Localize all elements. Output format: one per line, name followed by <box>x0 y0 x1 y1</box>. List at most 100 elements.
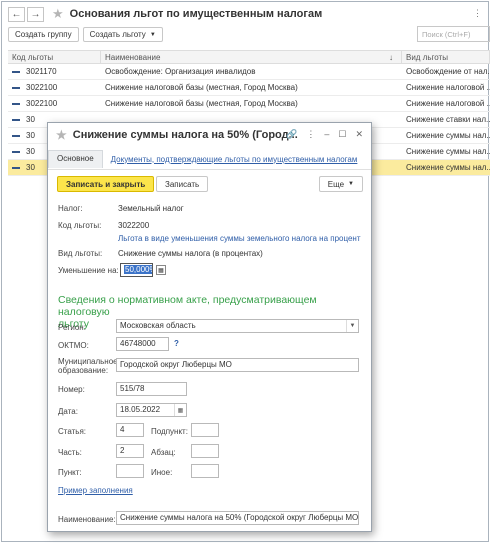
row-kind: Снижение суммы нал... <box>406 163 490 172</box>
close-icon[interactable]: ✕ <box>355 129 363 140</box>
column-header-name[interactable]: Наименование ↓ <box>101 51 402 63</box>
code-label: Код льготы: <box>58 221 102 230</box>
row-name: Освобождение: Организация инвалидов <box>105 67 256 76</box>
article-input[interactable]: 4 <box>116 423 144 437</box>
create-benefit-label: Создать льготу <box>89 30 146 39</box>
minimize-icon[interactable]: – <box>324 129 329 140</box>
code-hint-link[interactable]: Льгота в виде уменьшения суммы земельног… <box>118 234 361 243</box>
save-button[interactable]: Записать <box>156 176 209 192</box>
row-code: 30 <box>26 147 35 156</box>
column-header-code[interactable]: Код льготы <box>8 51 101 63</box>
dialog-window-controls: 🔗 ⋮ – ☐ ✕ <box>286 129 363 140</box>
row-code: 30 <box>26 163 35 172</box>
list-toolbar: Создать группу Создать льготу ▼ <box>8 27 488 43</box>
row-name: Снижение налоговой базы (местная, Город … <box>105 99 298 108</box>
calendar-icon[interactable]: ▦ <box>174 404 186 416</box>
row-code: 30 <box>26 115 35 124</box>
item-icon <box>12 86 20 89</box>
forward-button[interactable]: → <box>27 6 44 22</box>
favorite-star-icon[interactable]: ★ <box>56 128 67 142</box>
item-icon <box>12 150 20 153</box>
row-kind: Снижение суммы нал... <box>406 131 490 140</box>
dialog-title-bar: ★ Снижение суммы налога на 50% (Город... <box>56 128 298 142</box>
row-kind: Снижение суммы нал... <box>406 147 490 156</box>
tab-documents[interactable]: Документы, подтверждающие льготы по имущ… <box>111 155 358 164</box>
favorite-star-icon[interactable]: ★ <box>52 6 64 22</box>
main-window: ← → ★ Основания льгот по имущественным н… <box>1 1 490 542</box>
column-header-name-label: Наименование <box>105 53 161 62</box>
reduction-label: Уменьшение на: <box>58 266 119 275</box>
part-input[interactable]: 2 <box>116 444 144 458</box>
create-group-button[interactable]: Создать группу <box>8 27 79 42</box>
row-kind: Снижение ставки нал... <box>406 115 490 124</box>
window-title: Основания льгот по имущественным налогам <box>69 8 323 20</box>
menu-icon[interactable]: ⋮ <box>306 129 315 140</box>
example-link[interactable]: Пример заполнения <box>58 486 133 495</box>
code-value: 3022200 <box>118 221 150 230</box>
subpoint-input[interactable] <box>191 423 219 437</box>
calculator-icon[interactable]: ▦ <box>156 265 166 275</box>
create-benefit-button[interactable]: Создать льготу ▼ <box>82 27 163 42</box>
item-icon <box>12 166 20 169</box>
municipal-input[interactable]: Городской округ Люберцы МО <box>116 358 359 372</box>
row-kind: Снижение налоговой ... <box>406 99 490 108</box>
reduction-value: 50,000% <box>124 265 152 274</box>
column-header-kind[interactable]: Вид льготы <box>402 51 490 63</box>
back-button[interactable]: ← <box>8 6 25 22</box>
row-name: Снижение налоговой базы (местная, Город … <box>105 83 298 92</box>
maximize-icon[interactable]: ☐ <box>338 129 346 140</box>
benefit-dialog: ★ Снижение суммы налога на 50% (Город...… <box>47 122 372 532</box>
item-icon <box>12 102 20 105</box>
dialog-title: Снижение суммы налога на 50% (Город... <box>72 129 298 141</box>
row-kind: Освобождение от нал... <box>406 67 490 76</box>
oktmo-input[interactable]: 46748000 <box>116 337 169 351</box>
number-label: Номер: <box>58 385 85 394</box>
table-row[interactable]: 3021170 Освобождение: Организация инвали… <box>8 64 490 80</box>
save-and-close-button[interactable]: Записать и закрыть <box>57 176 155 192</box>
more-button[interactable]: Еще ▼ <box>318 176 363 192</box>
oktmo-label: ОКТМО: <box>58 341 89 350</box>
chevron-down-icon[interactable]: ▼ <box>346 320 358 332</box>
kind-value: Снижение суммы налога (в процентах) <box>118 249 263 258</box>
table-row[interactable]: 3022100 Снижение налоговой базы (местная… <box>8 80 490 96</box>
tax-label: Налог: <box>58 204 83 213</box>
dialog-toolbar: Записать и закрыть Записать Еще ▼ <box>48 169 371 197</box>
subpoint-label: Подпункт: <box>151 427 188 436</box>
part-label: Часть: <box>58 448 82 457</box>
tab-main[interactable]: Основное <box>48 150 103 168</box>
more-button-label: Еще <box>327 179 345 189</box>
window-controls: ⋮ <box>473 8 482 19</box>
name-label: Наименование: <box>58 515 116 524</box>
search-input[interactable]: Поиск (Ctrl+F) <box>417 26 490 42</box>
table-row[interactable]: 3022100 Снижение налоговой базы (местная… <box>8 96 490 112</box>
reduction-input[interactable]: 50,000% <box>120 263 153 277</box>
region-label: Регион: <box>58 323 86 332</box>
other-label: Иное: <box>151 468 173 477</box>
menu-icon[interactable]: ⋮ <box>473 8 482 19</box>
item-icon <box>12 118 20 121</box>
table-header: Код льготы Наименование ↓ Вид льготы <box>8 50 490 64</box>
kind-label: Вид льготы: <box>58 249 103 258</box>
article-label: Статья: <box>58 427 87 436</box>
point-label: Пункт: <box>58 468 82 477</box>
row-code: 3022100 <box>26 99 58 108</box>
number-input[interactable]: 515/78 <box>116 382 187 396</box>
link-icon[interactable]: 🔗 <box>286 129 297 140</box>
row-code: 3022100 <box>26 83 58 92</box>
date-input[interactable]: 18.05.2022 ▦ <box>116 403 187 417</box>
paragraph-input[interactable] <box>191 444 219 458</box>
chevron-down-icon: ▼ <box>149 31 156 38</box>
name-input[interactable]: Снижение суммы налога на 50% (Городской … <box>116 511 359 525</box>
paragraph-label: Абзац: <box>151 448 176 457</box>
date-label: Дата: <box>58 407 78 416</box>
window-title-bar: ← → ★ Основания льгот по имущественным н… <box>8 6 322 22</box>
section-title-line-1: Сведения о нормативном акте, предусматри… <box>58 294 317 318</box>
help-icon[interactable]: ? <box>174 339 179 348</box>
row-kind: Снижение налоговой ... <box>406 83 490 92</box>
point-input[interactable] <box>116 464 144 478</box>
other-input[interactable] <box>191 464 219 478</box>
item-icon <box>12 134 20 137</box>
region-value: Московская область <box>120 321 196 330</box>
chevron-down-icon: ▼ <box>348 181 354 187</box>
region-select[interactable]: Московская область ▼ <box>116 319 359 333</box>
